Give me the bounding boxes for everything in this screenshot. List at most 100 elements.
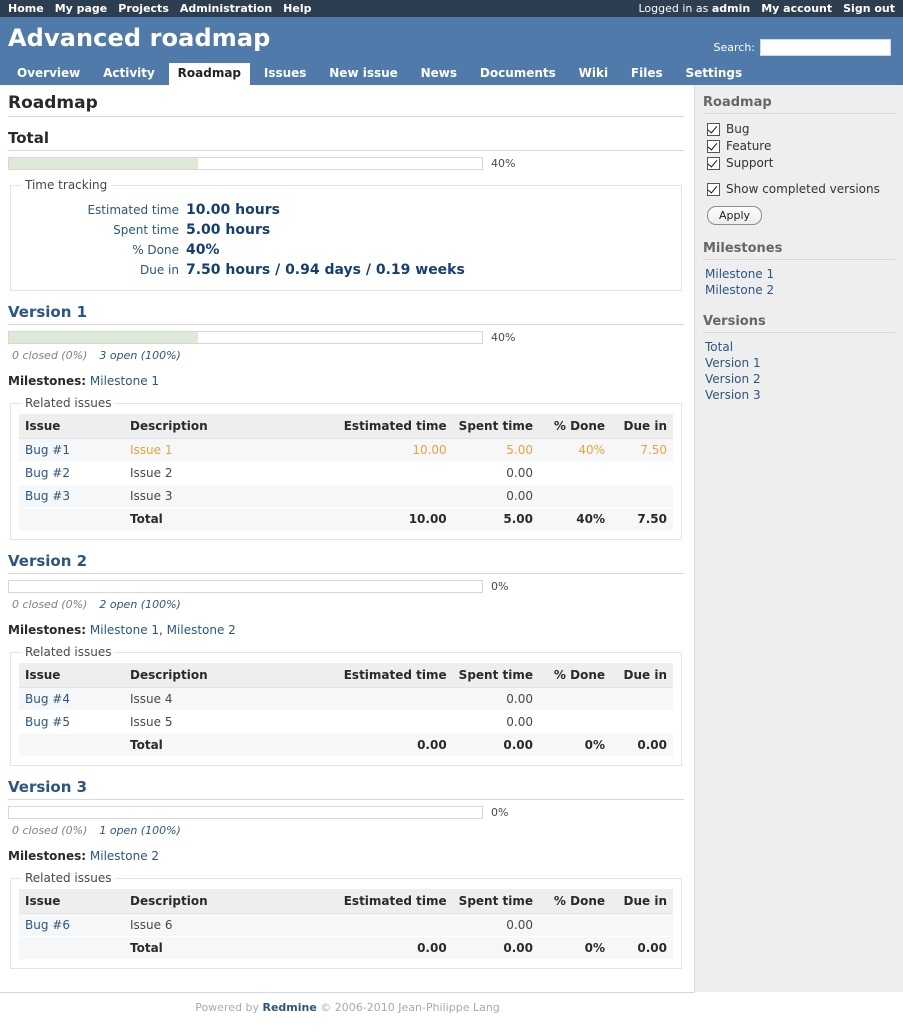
column-header-description[interactable]: Description [124, 663, 338, 688]
column-header-estimated-time[interactable]: Estimated time [337, 414, 453, 439]
version-progress-row: 0% [8, 806, 684, 819]
version-title: Version 3 [8, 778, 684, 800]
open-issues-count-link[interactable]: 1 open (100%) [99, 824, 180, 837]
milestones-label: Milestones: [8, 849, 87, 863]
column-header-issue[interactable]: Issue [19, 663, 124, 688]
issue-link[interactable]: Bug #4 [25, 692, 70, 706]
column-header-description[interactable]: Description [124, 414, 338, 439]
cell-total-label: Total [124, 936, 338, 960]
version-milestones-line: Milestones: Milestone 1, Milestone 2 [8, 623, 236, 637]
column-header-due-in[interactable]: Due in [611, 889, 673, 914]
sidebar-version-2[interactable]: Version 2 [705, 372, 895, 387]
column-header-issue[interactable]: Issue [19, 889, 124, 914]
tab-roadmap[interactable]: Roadmap [168, 63, 251, 85]
tab-new-issue[interactable]: New issue [320, 63, 407, 85]
checkbox-support-icon[interactable] [707, 156, 720, 170]
column-header-issue[interactable]: Issue [19, 414, 124, 439]
tab-overview[interactable]: Overview [8, 63, 89, 85]
redmine-link[interactable]: Redmine [262, 1001, 316, 1014]
top-menu-item-home[interactable]: Home [8, 2, 44, 15]
milestone-link[interactable]: Milestone 2 [90, 849, 159, 863]
search-input[interactable] [760, 39, 891, 56]
open-issues-count-link[interactable]: 3 open (100%) [99, 349, 180, 362]
tab-activity[interactable]: Activity [94, 63, 164, 85]
cell-spent-time: 0.00 [452, 461, 539, 485]
filter-feature[interactable]: Feature [707, 139, 895, 153]
table-row[interactable]: Bug #5 Issue 5 0.00 [19, 710, 673, 734]
filter-bug[interactable]: Bug [707, 122, 895, 136]
tab-wiki[interactable]: Wiki [570, 63, 617, 85]
milestone-link[interactable]: Milestone 2 [167, 623, 236, 637]
filter-support[interactable]: Support [707, 156, 895, 170]
column-header-due-in[interactable]: Due in [611, 414, 673, 439]
filter-show-completed[interactable]: Show completed versions [707, 182, 895, 196]
open-issues-count-link[interactable]: 2 open (100%) [99, 598, 180, 611]
table-row[interactable]: Bug #4 Issue 4 0.00 [19, 687, 673, 711]
table-header-row: Issue Description Estimated time Spent time… [19, 414, 673, 439]
estimated-time-value: 10.00 hours [186, 202, 280, 218]
column-header-done[interactable]: % Done [539, 663, 611, 688]
column-header-done[interactable]: % Done [539, 889, 611, 914]
column-header-spent-time[interactable]: Spent time [452, 414, 539, 439]
top-menu-item-my-page[interactable]: My page [55, 2, 108, 15]
related-issues-table: Issue Description Estimated time Spent time… [19, 663, 673, 757]
table-row[interactable]: Bug #1 Issue 1 10.00 5.00 40% 7.50 [19, 438, 673, 462]
sign-out-link[interactable]: Sign out [843, 2, 895, 15]
cell-issue: Bug #3 [19, 484, 124, 508]
tab-issues[interactable]: Issues [255, 63, 316, 85]
column-header-done[interactable]: % Done [539, 414, 611, 439]
issue-link[interactable]: Bug #5 [25, 715, 70, 729]
column-header-due-in[interactable]: Due in [611, 663, 673, 688]
top-menu-item-projects[interactable]: Projects [118, 2, 169, 15]
sidebar-milestone-2[interactable]: Milestone 2 [705, 283, 895, 298]
time-tracking-row: Spent time 5.00 hours [19, 220, 465, 240]
column-header-spent-time[interactable]: Spent time [452, 663, 539, 688]
apply-button[interactable]: Apply [707, 206, 763, 225]
spent-time-label: Spent time [113, 223, 179, 237]
cell-total-estimated-time: 10.00 [337, 507, 453, 531]
checkbox-show-completed-icon[interactable] [707, 182, 720, 196]
column-header-spent-time[interactable]: Spent time [452, 889, 539, 914]
table-row[interactable]: Bug #3 Issue 3 0.00 [19, 484, 673, 508]
closed-issues-count: 0 closed (0%) [12, 824, 88, 837]
sidebar-version-3[interactable]: Version 3 [705, 388, 895, 403]
sidebar-version-1[interactable]: Version 1 [705, 356, 895, 371]
sidebar-milestone-links: Milestone 1 Milestone 2 [705, 267, 895, 298]
related-issues-table: Issue Description Estimated time Spent time… [19, 414, 673, 531]
cell-estimated-time [337, 710, 453, 734]
issue-link[interactable]: Bug #6 [25, 918, 70, 932]
checkbox-feature-icon[interactable] [707, 139, 720, 153]
tab-news[interactable]: News [412, 63, 466, 85]
tab-files[interactable]: Files [622, 63, 672, 85]
sidebar-version-links: Total Version 1 Version 2 Version 3 [705, 340, 895, 403]
cell-issue: Bug #5 [19, 710, 124, 734]
sidebar-milestone-1[interactable]: Milestone 1 [705, 267, 895, 282]
sidebar-version-total[interactable]: Total [705, 340, 895, 355]
my-account-link[interactable]: My account [761, 2, 832, 15]
cell-percent-done: 40% [539, 438, 611, 462]
issue-link[interactable]: Bug #2 [25, 466, 70, 480]
tab-settings[interactable]: Settings [676, 63, 751, 85]
total-progress-percent: 40% [491, 157, 516, 170]
project-header: Advanced roadmap Search: [0, 17, 903, 63]
related-issues-box: Related issues Issue Description Estimated … [10, 871, 682, 969]
checkbox-bug-icon[interactable] [707, 122, 720, 136]
filter-show-completed-label: Show completed versions [726, 182, 880, 196]
column-header-estimated-time[interactable]: Estimated time [337, 889, 453, 914]
account-area: Logged in as admin My account Sign out [638, 2, 895, 15]
column-header-estimated-time[interactable]: Estimated time [337, 663, 453, 688]
cell-estimated-time: 10.00 [337, 438, 453, 462]
issue-link[interactable]: Bug #3 [25, 489, 70, 503]
version-progress-bar [8, 806, 483, 819]
tracker-filters: Bug Feature Support [707, 122, 895, 170]
column-header-description[interactable]: Description [124, 889, 338, 914]
table-row[interactable]: Bug #2 Issue 2 0.00 [19, 461, 673, 485]
tab-documents[interactable]: Documents [471, 63, 565, 85]
milestone-link[interactable]: Milestone 1 [90, 374, 159, 388]
top-menu-item-help[interactable]: Help [283, 2, 311, 15]
table-row[interactable]: Bug #6 Issue 6 0.00 [19, 913, 673, 937]
issue-link[interactable]: Bug #1 [25, 443, 70, 457]
top-menu-item-administration[interactable]: Administration [180, 2, 272, 15]
milestones-label: Milestones: [8, 374, 87, 388]
milestone-link[interactable]: Milestone 1 [90, 623, 159, 637]
